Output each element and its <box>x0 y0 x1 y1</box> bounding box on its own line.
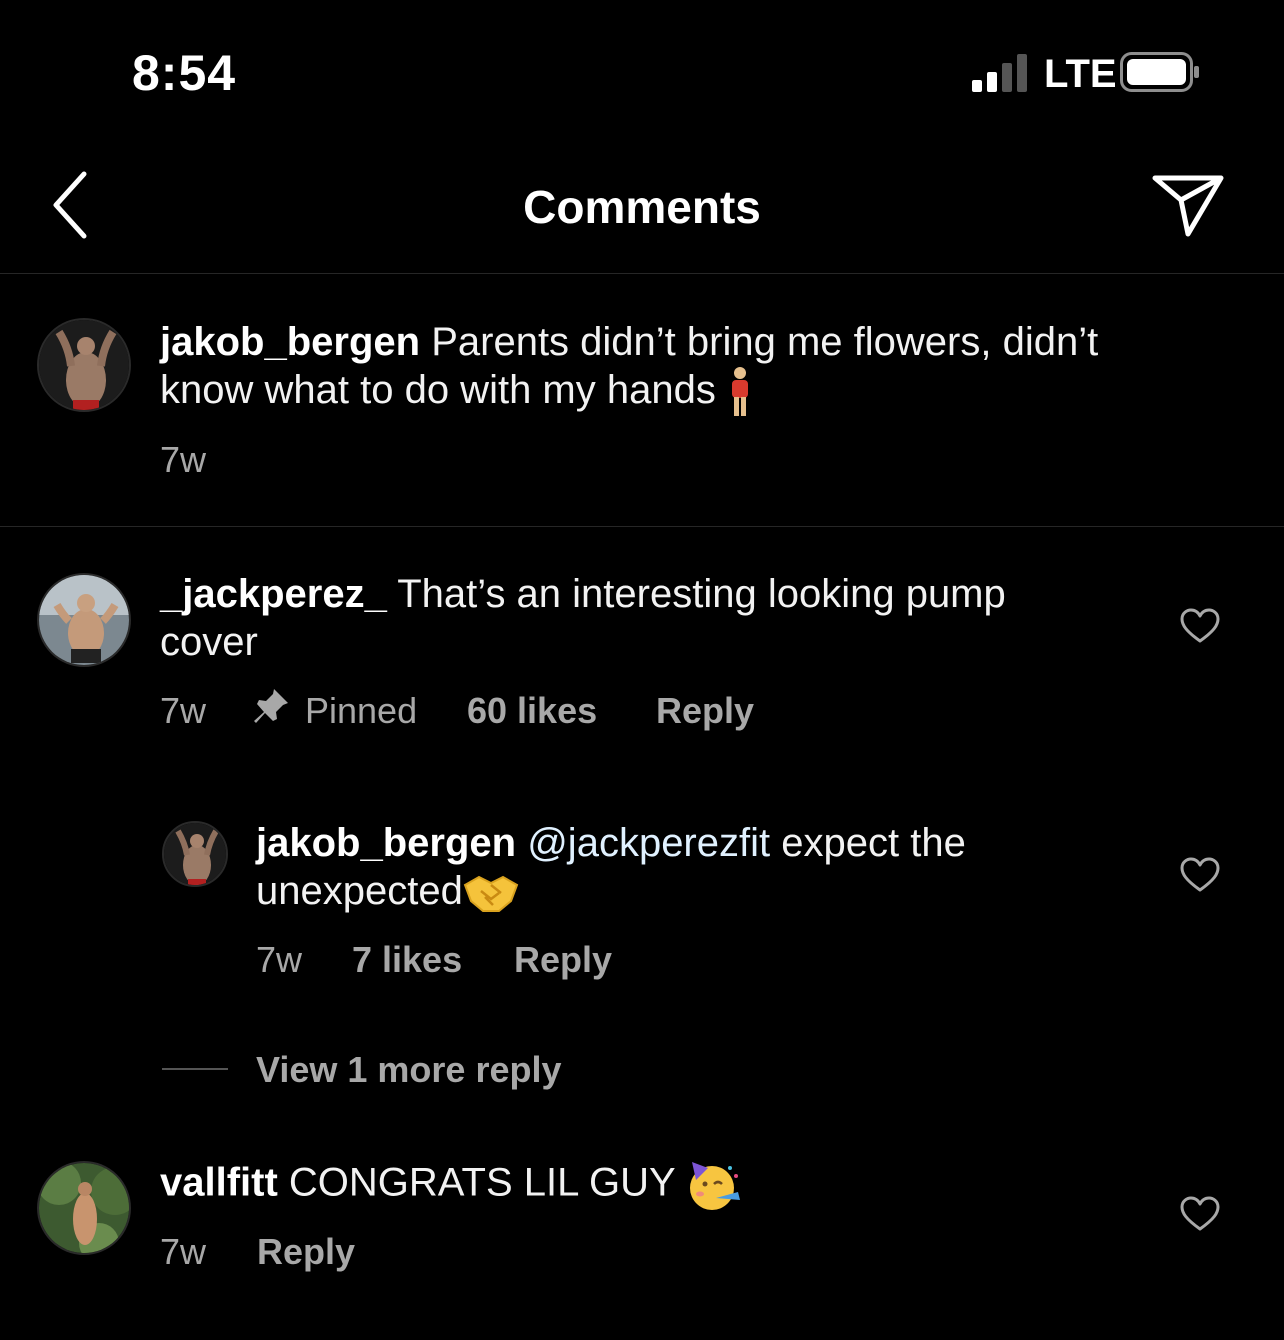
likes-count[interactable]: 7 likes <box>352 940 462 980</box>
pinned-label: Pinned <box>305 690 418 731</box>
username[interactable]: _jackperez_ <box>160 572 387 616</box>
avatar[interactable] <box>162 821 228 887</box>
mention-link[interactable]: @jackperezfit <box>527 821 770 865</box>
network-label: LTE <box>1044 52 1117 96</box>
likes-count[interactable]: 60 likes <box>467 691 597 731</box>
battery-icon <box>1120 52 1199 92</box>
timestamp: 7w <box>256 939 303 980</box>
comment-line1: That’s an interesting looking pump <box>397 572 1006 616</box>
comment-line1: CONGRATS LIL GUY <box>288 1160 675 1205</box>
pin-icon <box>254 689 288 723</box>
view-more-divider <box>162 1068 228 1070</box>
username[interactable]: vallfitt <box>160 1161 278 1205</box>
comment-meta: 7w Reply <box>160 1232 560 1272</box>
view-more-label[interactable]: View 1 more reply <box>256 1050 562 1090</box>
reply-button[interactable]: Reply <box>257 1232 355 1272</box>
person-standing-emoji <box>731 367 748 417</box>
handshake-emoji <box>463 876 519 913</box>
avatar-image <box>39 1163 129 1253</box>
reply-text: jakob_bergen @jackperezfit expect the un… <box>256 819 1136 915</box>
view-more-replies[interactable]: View 1 more reply <box>256 1050 756 1090</box>
reply-line1: expect the <box>781 821 966 865</box>
avatar-image <box>39 575 129 665</box>
heart-icon[interactable] <box>1180 608 1220 644</box>
signal-icon <box>972 54 1027 92</box>
status-bar: 8:54 LTE <box>0 0 1284 140</box>
heart-icon[interactable] <box>1180 1196 1220 1232</box>
comment-text: _jackperez_ That’s an interesting lookin… <box>160 570 1140 666</box>
reply-button[interactable]: Reply <box>656 691 754 731</box>
heart-icon[interactable] <box>1180 857 1220 893</box>
avatar[interactable] <box>37 1161 131 1255</box>
paper-plane-icon[interactable] <box>1150 172 1226 238</box>
timestamp: 7w <box>160 1231 207 1272</box>
caption-line2: know what to do with my hands <box>160 368 716 412</box>
caption-meta: 7w <box>160 440 360 480</box>
comment-meta: 7w Pinned 60 likes Reply <box>160 689 860 731</box>
partying-face-emoji <box>690 1162 741 1210</box>
comment-text: vallfitt CONGRATS LIL GUY <box>160 1158 1140 1212</box>
timestamp: 7w <box>160 439 207 480</box>
page-title: Comments <box>523 181 761 233</box>
avatar[interactable] <box>37 318 131 412</box>
comment-line2: cover <box>160 620 258 664</box>
avatar[interactable] <box>37 573 131 667</box>
reply-button[interactable]: Reply <box>514 940 612 980</box>
timestamp: 7w <box>160 690 207 731</box>
username[interactable]: jakob_bergen <box>160 320 420 364</box>
reply-line2: unexpected <box>256 869 463 913</box>
status-time: 8:54 <box>132 45 237 101</box>
avatar-image <box>39 320 129 410</box>
post-caption: jakob_bergen Parents didn’t bring me flo… <box>0 274 1284 527</box>
caption-line1: Parents didn’t bring me flowers, didn’t <box>431 320 1099 364</box>
avatar-image <box>164 823 226 885</box>
reply-meta: 7w 7 likes Reply <box>256 940 756 980</box>
username[interactable]: jakob_bergen <box>256 821 516 865</box>
header: Comments <box>0 140 1284 274</box>
caption-text: jakob_bergen Parents didn’t bring me flo… <box>160 318 1220 418</box>
